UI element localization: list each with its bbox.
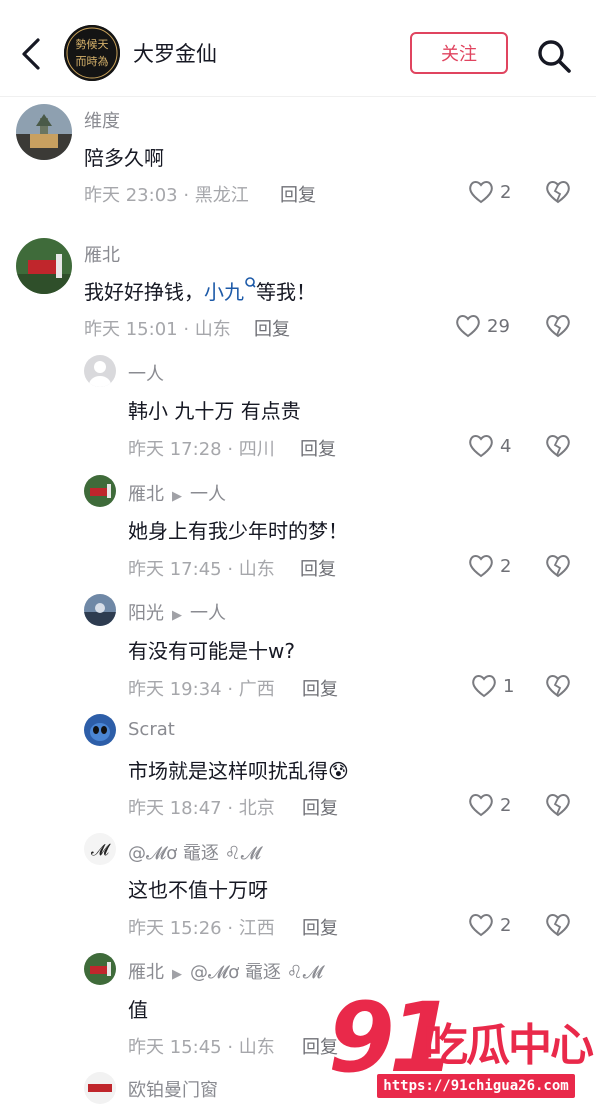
user-avatar[interactable] [84,355,116,387]
comment-text-part: 我好好挣钱， [84,280,204,304]
dislike-heart-icon[interactable] [545,792,571,818]
watermark-brand: 吃瓜中心 [424,1020,594,1071]
reply-author[interactable]: 阳光 [128,603,164,624]
channel-avatar[interactable]: 勢候天 而時為 [64,25,120,81]
heart-icon [472,675,496,698]
reply-button[interactable]: 回复 [302,914,338,940]
heart-icon [469,181,493,204]
comment-username[interactable]: 阳光 ▶ 一人 [128,599,226,625]
heart-icon [469,914,493,937]
comment-username[interactable]: @𝓜ơ 黿逐 ♌𝓜 [128,839,261,865]
reply-button[interactable]: 回复 [302,794,338,820]
like-button[interactable]: 2 [468,793,511,817]
like-button[interactable]: 2 [468,554,511,578]
like-count: 2 [500,181,512,203]
like-button[interactable]: 1 [471,674,514,698]
reply-author[interactable]: 雁北 [128,484,164,505]
like-button[interactable]: 29 [455,314,510,338]
comment-time-location: 昨天 17:45 · 山东 [128,559,275,580]
user-avatar[interactable] [84,475,116,507]
search-icon[interactable] [534,36,574,76]
like-count: 2 [500,555,512,577]
dislike-heart-icon[interactable] [545,673,571,699]
like-count: 2 [500,794,512,816]
like-count: 29 [487,315,510,337]
comment-username[interactable]: 雁北 ▶ 一人 [128,480,226,506]
like-count: 4 [500,435,512,457]
user-avatar[interactable] [16,104,72,160]
reply-arrow-icon: ▶ [172,489,182,504]
comment-time-location: 昨天 19:34 · 广西 [128,679,275,700]
reply-arrow-icon: ▶ [172,967,182,982]
heart-icon [469,794,493,817]
reply-button[interactable]: 回复 [254,315,290,341]
comment-text: 她身上有我少年时的梦！ [128,519,348,543]
user-avatar[interactable]: 𝓜 [84,833,116,865]
watermark-url: https://91chigua26.com [377,1074,575,1098]
reply-target[interactable]: 一人 [190,603,226,624]
search-mention-icon [245,277,256,288]
comment-username[interactable]: 欧铂曼门窗 [128,1076,218,1102]
user-avatar[interactable] [84,953,116,985]
heart-icon [469,435,493,458]
reply-button[interactable]: 回复 [300,435,336,461]
comment-text: 这也不值十万呀 [128,878,268,902]
comment-username[interactable]: 一人 [128,360,164,386]
dislike-heart-icon[interactable] [545,912,571,938]
follow-button[interactable]: 关注 [410,32,508,74]
comment-time-location: 昨天 23:03 · 黑龙江 [84,185,249,206]
comment-text-part: 等我！ [256,280,316,304]
reply-target[interactable]: @𝓜ơ 黿逐 ♌𝓜 [190,962,323,983]
channel-name[interactable]: 大罗金仙 [133,38,217,68]
like-count: 1 [503,675,515,697]
comment-time-location: 昨天 15:01 · 山东 [84,319,231,340]
mention-link[interactable]: 小九 [204,280,244,304]
svg-text:𝓜: 𝓜 [91,840,111,859]
comment-username[interactable]: 雁北 [84,241,120,267]
reply-button[interactable]: 回复 [300,555,336,581]
heart-icon [456,315,480,338]
top-bar: 勢候天 而時為 大罗金仙 关注 [0,0,596,97]
comment-username[interactable]: 雁北 ▶ @𝓜ơ 黿逐 ♌𝓜 [128,958,323,984]
comment-text: 值 [128,998,148,1022]
user-avatar[interactable] [84,594,116,626]
comment-text: 我好好挣钱，小九 等我！ [84,276,316,305]
like-count: 2 [500,914,512,936]
svg-text:勢候天: 勢候天 [76,37,109,51]
heart-icon [469,555,493,578]
reply-button[interactable]: 回复 [280,181,316,207]
like-button[interactable]: 4 [468,434,511,458]
like-button[interactable]: 2 [468,913,511,937]
user-avatar[interactable] [84,1072,116,1104]
dislike-heart-icon[interactable] [545,179,571,205]
comment-time-location: 昨天 15:26 · 江西 [128,918,275,939]
comment-time-location: 昨天 15:45 · 山东 [128,1037,275,1058]
comment-text: 韩小 九十万 有点贵 [128,399,301,423]
comment-text: 市场就是这样呗扰乱得😰 [128,759,349,783]
comment-username[interactable]: Scrat [128,719,175,740]
dislike-heart-icon[interactable] [545,553,571,579]
svg-text:而時為: 而時為 [76,54,109,68]
user-avatar[interactable] [84,714,116,746]
reply-arrow-icon: ▶ [172,608,182,623]
reply-target[interactable]: 一人 [190,484,226,505]
comment-time-location: 昨天 18:47 · 北京 [128,798,275,819]
dislike-heart-icon[interactable] [545,433,571,459]
comment-time-location: 昨天 17:28 · 四川 [128,439,275,460]
dislike-heart-icon[interactable] [545,313,571,339]
comment-text: 陪多久啊 [84,146,164,170]
back-arrow-icon[interactable] [16,34,46,74]
comment-text: 有没有可能是十w? [128,639,295,663]
user-avatar[interactable] [16,238,72,294]
comment-username[interactable]: 维度 [84,107,120,133]
reply-author[interactable]: 雁北 [128,962,164,983]
like-button[interactable]: 2 [468,180,511,204]
reply-button[interactable]: 回复 [302,675,338,701]
